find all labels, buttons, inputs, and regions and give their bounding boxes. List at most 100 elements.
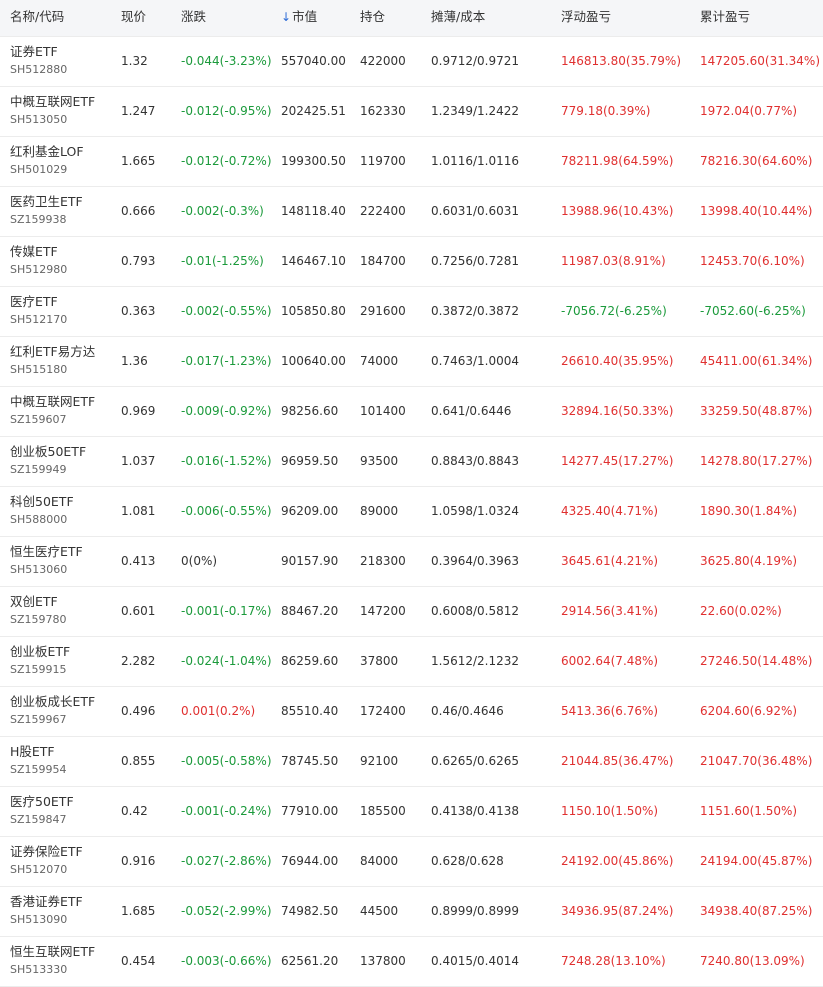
fund-name[interactable]: 红利ETF易方达 <box>10 343 95 360</box>
fund-name[interactable]: 双创ETF <box>10 593 67 610</box>
holding-cell: 119700 <box>360 154 406 168</box>
header-market-value[interactable]: ↓市值 <box>281 9 317 25</box>
fund-name[interactable]: 科创50ETF <box>10 493 74 510</box>
market-value-cell: 199300.50 <box>281 154 346 168</box>
market-value-cell: 557040.00 <box>281 54 346 68</box>
fund-code: SH513050 <box>10 113 68 126</box>
table-row[interactable]: 香港证券ETF SH513090 1.685 -0.052(-2.99%) 74982.… <box>0 887 823 937</box>
header-cum-pl[interactable]: 累计盈亏 <box>700 9 750 25</box>
table-row[interactable]: 医疗ETF SH512170 0.363 -0.002(-0.55%) 105850.8… <box>0 287 823 337</box>
table-row[interactable]: 医疗50ETF SZ159847 0.42 -0.001(-0.24%) 77910.0… <box>0 787 823 837</box>
price-cell: 1.36 <box>121 354 148 368</box>
name-code-cell: 香港证券ETF SH513090 <box>10 893 83 928</box>
fund-name[interactable]: 医药卫生ETF <box>10 193 83 210</box>
change-cell: -0.052(-2.99%) <box>181 904 272 918</box>
market-value-cell: 146467.10 <box>281 254 346 268</box>
market-value-cell: 148118.40 <box>281 204 346 218</box>
table-row[interactable]: H股ETF SZ159954 0.855 -0.005(-0.58%) 78745.50… <box>0 737 823 787</box>
fund-code: SH515180 <box>10 363 68 376</box>
price-cell: 2.282 <box>121 654 156 668</box>
fund-name[interactable]: 中概互联网ETF <box>10 393 95 410</box>
price-cell: 1.247 <box>121 104 156 118</box>
cum-pl-cell: 13998.40(10.44%) <box>700 204 813 218</box>
cum-pl-cell: 7240.80(13.09%) <box>700 954 805 968</box>
header-holding[interactable]: 持仓 <box>360 9 385 25</box>
table-row[interactable]: 红利基金LOF SH501029 1.665 -0.012(-0.72%) 199300… <box>0 137 823 187</box>
name-code-cell: 红利ETF易方达 SH515180 <box>10 343 95 378</box>
fund-name[interactable]: 红利基金LOF <box>10 143 84 160</box>
change-cell: -0.024(-1.04%) <box>181 654 272 668</box>
table-row[interactable]: 医药卫生ETF SZ159938 0.666 -0.002(-0.3%) 148118.… <box>0 187 823 237</box>
fund-name[interactable]: H股ETF <box>10 743 67 760</box>
header-price[interactable]: 现价 <box>121 9 146 25</box>
change-cell: 0.001(0.2%) <box>181 704 256 718</box>
fund-name[interactable]: 创业板ETF <box>10 643 70 660</box>
cost-cell: 1.0598/1.0324 <box>431 504 520 518</box>
market-value-cell: 96209.00 <box>281 504 339 518</box>
table-row[interactable]: 红利ETF易方达 SH515180 1.36 -0.017(-1.23%) 100640… <box>0 337 823 387</box>
table-row[interactable]: 证券保险ETF SH512070 0.916 -0.027(-2.86%) 76944.… <box>0 837 823 887</box>
change-cell: -0.002(-0.3%) <box>181 204 264 218</box>
fund-name[interactable]: 医疗ETF <box>10 293 67 310</box>
change-cell: -0.002(-0.55%) <box>181 304 272 318</box>
fund-name[interactable]: 中概互联网ETF <box>10 93 95 110</box>
header-cost[interactable]: 摊薄/成本 <box>431 9 485 25</box>
table-row[interactable]: 证券ETF SH512880 1.32 -0.044(-3.23%) 557040.00… <box>0 37 823 87</box>
name-code-cell: 红利基金LOF SH501029 <box>10 143 84 178</box>
float-pl-cell: 13988.96(10.43%) <box>561 204 674 218</box>
table-row[interactable]: 恒生医疗ETF SH513060 0.413 0(0%) 90157.90 218300 0… <box>0 537 823 587</box>
table-row[interactable]: 中概互联网ETF SZ159607 0.969 -0.009(-0.92%) 98256… <box>0 387 823 437</box>
price-cell: 0.454 <box>121 954 156 968</box>
cum-pl-cell: 147205.60(31.34%) <box>700 54 821 68</box>
table-row[interactable]: 科创50ETF SH588000 1.081 -0.006(-0.55%) 96209.… <box>0 487 823 537</box>
cum-pl-cell: 78216.30(64.60%) <box>700 154 813 168</box>
fund-code: SZ159949 <box>10 463 67 476</box>
fund-name[interactable]: 传媒ETF <box>10 243 67 260</box>
holding-cell: 422000 <box>360 54 406 68</box>
change-cell: -0.009(-0.92%) <box>181 404 272 418</box>
name-code-cell: 传媒ETF SH512980 <box>10 243 67 278</box>
fund-code: SH513330 <box>10 963 68 976</box>
holding-cell: 172400 <box>360 704 406 718</box>
table-row[interactable]: 恒生互联网ETF SH513330 0.454 -0.003(-0.66%) 62561… <box>0 937 823 987</box>
holding-cell: 218300 <box>360 554 406 568</box>
float-pl-cell: 6002.64(7.48%) <box>561 654 659 668</box>
price-cell: 0.916 <box>121 854 156 868</box>
fund-code: SZ159954 <box>10 763 67 776</box>
fund-name[interactable]: 医疗50ETF <box>10 793 74 810</box>
header-name-code[interactable]: 名称/代码 <box>10 9 64 25</box>
change-cell: -0.01(-1.25%) <box>181 254 264 268</box>
change-cell: -0.003(-0.66%) <box>181 954 272 968</box>
market-value-cell: 62561.20 <box>281 954 339 968</box>
fund-name[interactable]: 香港证券ETF <box>10 893 83 910</box>
float-pl-cell: 11987.03(8.91%) <box>561 254 666 268</box>
fund-name[interactable]: 创业板成长ETF <box>10 693 95 710</box>
fund-name[interactable]: 创业板50ETF <box>10 443 86 460</box>
sort-desc-arrow-icon: ↓ <box>281 10 292 24</box>
table-row[interactable]: 中概互联网ETF SH513050 1.247 -0.012(-0.95%) 20242… <box>0 87 823 137</box>
table-body: 证券ETF SH512880 1.32 -0.044(-3.23%) 557040.00… <box>0 37 823 987</box>
table-row[interactable]: 创业板ETF SZ159915 2.282 -0.024(-1.04%) 86259.6… <box>0 637 823 687</box>
cum-pl-cell: 12453.70(6.10%) <box>700 254 805 268</box>
header-change[interactable]: 涨跌 <box>181 9 206 25</box>
cost-cell: 0.8843/0.8843 <box>431 454 520 468</box>
name-code-cell: 医疗50ETF SZ159847 <box>10 793 74 828</box>
name-code-cell: 创业板ETF SZ159915 <box>10 643 70 678</box>
fund-name[interactable]: 证券保险ETF <box>10 843 83 860</box>
name-code-cell: 证券ETF SH512880 <box>10 43 67 78</box>
price-cell: 1.685 <box>121 904 156 918</box>
fund-name[interactable]: 恒生医疗ETF <box>10 543 83 560</box>
fund-name[interactable]: 证券ETF <box>10 43 67 60</box>
header-float-pl[interactable]: 浮动盈亏 <box>561 9 611 25</box>
price-cell: 1.081 <box>121 504 156 518</box>
change-cell: -0.001(-0.24%) <box>181 804 272 818</box>
table-row[interactable]: 创业板成长ETF SZ159967 0.496 0.001(0.2%) 85510.40… <box>0 687 823 737</box>
table-row[interactable]: 双创ETF SZ159780 0.601 -0.001(-0.17%) 88467.20… <box>0 587 823 637</box>
table-row[interactable]: 创业板50ETF SZ159949 1.037 -0.016(-1.52%) 96959… <box>0 437 823 487</box>
fund-code: SH512880 <box>10 63 68 76</box>
fund-name[interactable]: 恒生互联网ETF <box>10 943 95 960</box>
holding-cell: 137800 <box>360 954 406 968</box>
fund-code: SZ159847 <box>10 813 67 826</box>
table-row[interactable]: 传媒ETF SH512980 0.793 -0.01(-1.25%) 146467.10… <box>0 237 823 287</box>
cum-pl-cell: 21047.70(36.48%) <box>700 754 813 768</box>
